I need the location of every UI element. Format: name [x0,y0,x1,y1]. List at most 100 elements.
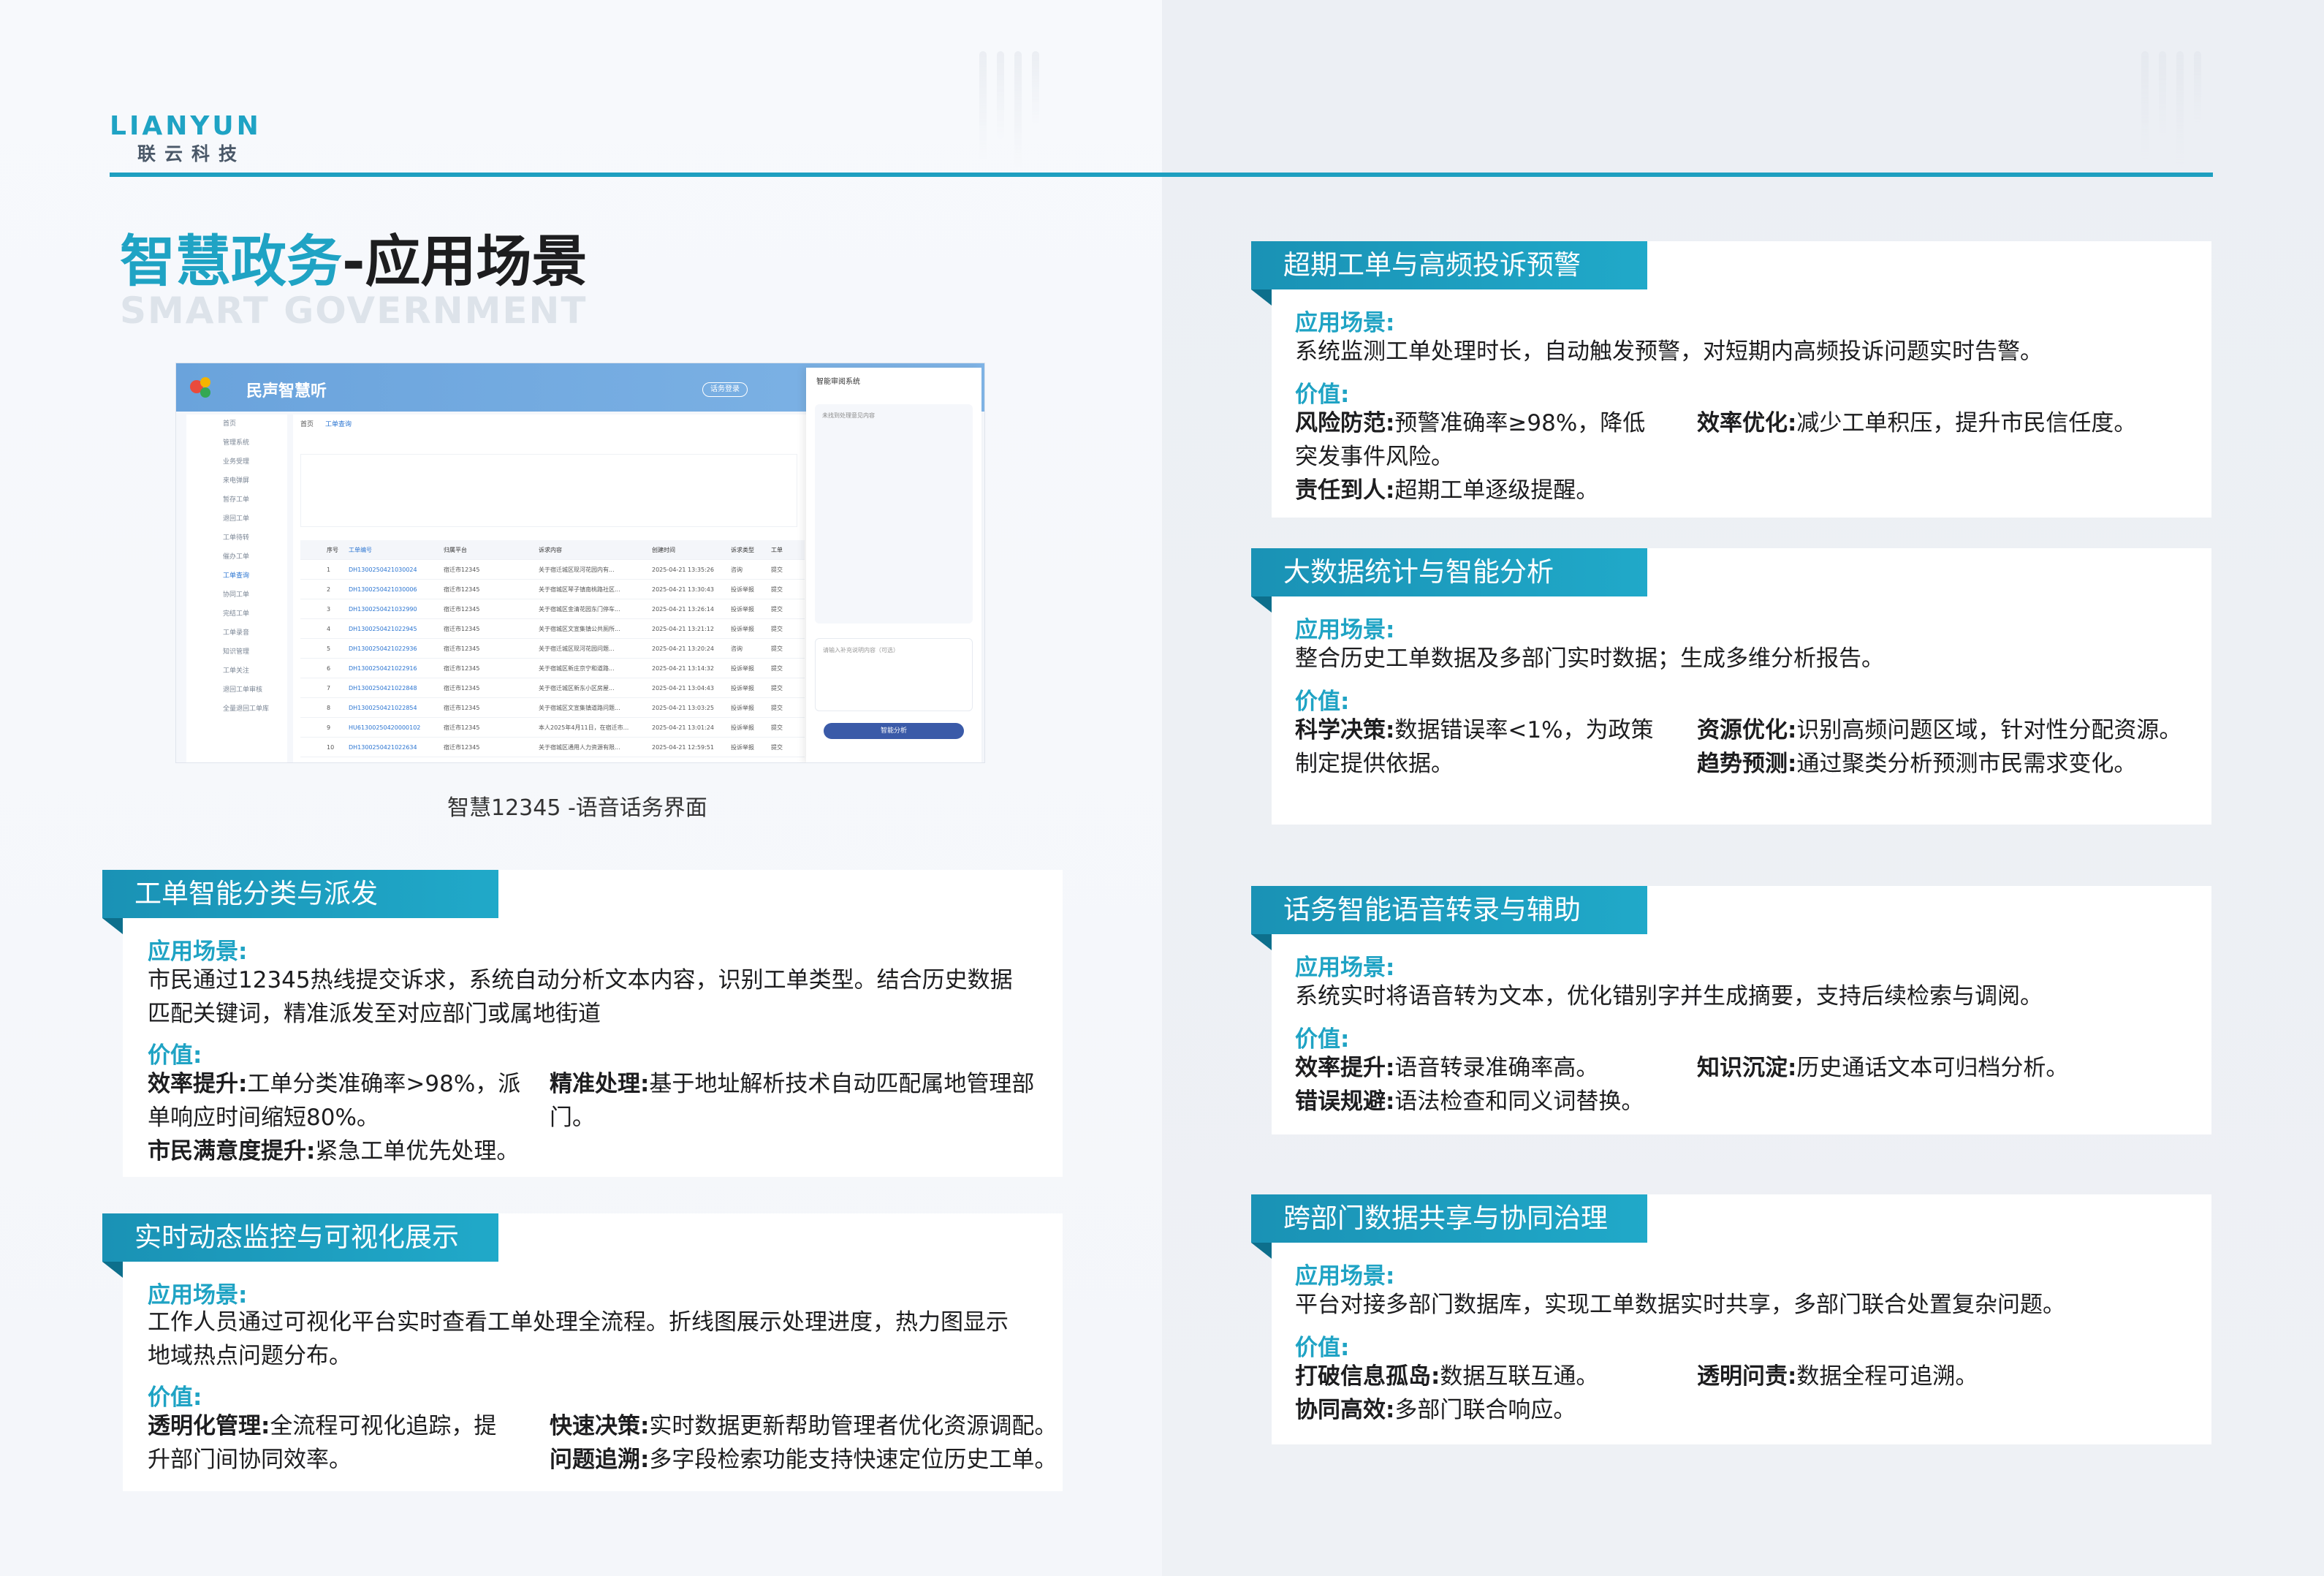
login-button[interactable]: 话务登录 [702,382,748,397]
brand-logo: LIANYUN 联云科技 [110,111,262,166]
table-cell: 关于宿城区新庄京宁和道路... [539,664,615,672]
table-cell: DH1300250421022848 [349,684,417,692]
header-divider [110,173,2213,177]
table-cell: 投诉举报 [731,743,754,751]
table-cell: 2025-04-21 13:26:14 [652,605,714,613]
sidebar-item[interactable]: 工单录音 [186,624,287,643]
sidebar-item[interactable]: 全量退回工单库 [186,700,287,719]
table-cell: 投诉举报 [731,625,754,632]
sidebar-item[interactable]: 退回工单 [186,509,287,529]
value-item: 问题追溯:多字段检索功能支持快速定位历史工单。 [550,1447,1057,1473]
table-cell: 4 [327,625,331,632]
value-item: 资源优化:识别高频问题区域，针对性分配资源。 [1697,717,2182,743]
value-item: 效率优化:减少工单积压，提升市民信任度。 [1697,410,2137,436]
app-sidebar: 首页 管理系统 业务受理 来电弹屏 暂存工单 退回工单 工单待转 催办工单 工单查询 协同工单 完结… [186,414,287,762]
table-row[interactable]: 6 DH1300250421022916 宿迁市12345 关于宿城区新庄京宁和道路.… [300,659,805,678]
page-subtitle: SMART GOVERNMENT [120,289,588,332]
sidebar-item[interactable]: 工单关注 [186,662,287,681]
analyze-button[interactable]: 智能分析 [824,723,964,739]
table-cell: 提交 [771,605,783,613]
table-row[interactable]: 8 DH1300250421022854 宿迁市12345 关于宿城区文宣集镇道路问题… [300,698,805,718]
sidebar-item[interactable]: 工单查询 [186,567,287,586]
table-cell: 投诉举报 [731,605,754,613]
table-cell: 工单编号 [349,546,372,553]
sidebar-item[interactable]: 管理系统 [186,433,287,452]
sidebar-item[interactable]: 完结工单 [186,605,287,624]
value-item: 知识沉淀:历史通话文本可归档分析。 [1697,1055,2069,1081]
table-row[interactable]: 7 DH1300250421022848 宿迁市12345 关于宿迁城区新东小区房屋.… [300,678,805,698]
table-cell: 诉求内容 [539,546,562,553]
sidebar-item[interactable]: 协同工单 [186,586,287,605]
scene-text: 平台对接多部门数据库，实现工单数据实时共享，多部门联合处置复杂问题。 [1295,1292,2065,1318]
value-label: 价值: [1295,382,1350,408]
table-cell: DH1300250421022916 [349,664,417,672]
sidebar-item[interactable]: 业务受理 [186,452,287,471]
table-cell: 创建时间 [652,546,675,553]
table-cell: DH1300250421030006 [349,586,417,593]
scene-label: 应用场景: [1295,955,1395,981]
value-item: 协同高效:多部门联合响应。 [1295,1397,1576,1423]
scene-text: 市民通过12345热线提交诉求，系统自动分析文本内容，识别工单类型。结合历史数据… [148,967,1013,1027]
value-item: 透明问责:数据全程可追溯。 [1697,1363,1978,1390]
table-cell: 关于宿迁城区现河花园内有... [539,566,615,573]
table-cell: 关于宿城区文宣集镇道路问题... [539,704,620,711]
title-rest: -应用场景 [342,229,588,294]
table-cell: DH1300250421030024 [349,566,417,573]
app-logo-icon [190,377,210,398]
table-cell: 提交 [771,586,783,593]
sidebar-item[interactable]: 暂存工单 [186,490,287,509]
panel-content: 未找到处理意见内容 [815,404,973,624]
sidebar-item[interactable]: 工单待转 [186,529,287,548]
value-item: 效率提升:语音转录准确率高。 [1295,1055,1599,1081]
search-form [300,454,797,527]
review-panel: 智能审阅系统 未找到处理意见内容 请输入补充说明内容（可选） 智能分析 [806,368,981,762]
table-cell: 7 [327,684,331,692]
sidebar-item[interactable]: 知识管理 [186,643,287,662]
table-header: 序号 工单编号 归属平台 诉求内容 创建时间 诉求类型 工单 [300,540,805,560]
table-row[interactable]: 4 DH1300250421022945 宿迁市12345 关于宿城区文宣集镇公共厕所… [300,619,805,639]
card-title: 跨部门数据共享与协同治理 [1251,1194,1647,1259]
panel-title: 智能审阅系统 [816,378,860,386]
value-item: 责任到人:超期工单逐级提醒。 [1295,477,1599,504]
table-cell: 本人2025年4月11日，在宿迁市... [539,724,629,731]
table-cell: 关于宿城区通用人力资源有限... [539,743,620,751]
table-cell: 宿迁市12345 [444,586,480,593]
table-row[interactable]: 2 DH1300250421030006 宿迁市12345 关于宿城区琴子镇南桃路社区… [300,580,805,599]
table-cell: DH1300250421032990 [349,605,417,613]
sidebar-item[interactable]: 催办工单 [186,548,287,567]
table-cell: DH1300250421022634 [349,743,417,751]
app-tabs: 首页 工单查询 [300,419,352,428]
table-cell: 宿迁市12345 [444,625,480,632]
table-cell: DH1300250421022936 [349,645,417,652]
table-cell: 提交 [771,645,783,652]
scene-text: 系统实时将语音转为文本，优化错别字并生成摘要，支持后续检索与调阅。 [1295,983,2043,1009]
table-row[interactable]: 3 DH1300250421032990 宿迁市12345 关于宿城区金清花园东门停车… [300,599,805,619]
table-cell: DH1300250421022945 [349,625,417,632]
scene-label: 应用场景: [1295,617,1395,643]
scene-label: 应用场景: [148,939,248,965]
table-cell: 提交 [771,704,783,711]
table-cell: 10 [327,743,335,751]
table-cell: 工单 [771,546,783,553]
table-cell: 咨询 [731,566,743,573]
sidebar-item[interactable]: 首页 [186,414,287,433]
table-cell: 诉求类型 [731,546,754,553]
decorative-bars [979,51,1039,168]
tab-home[interactable]: 首页 [300,419,314,428]
table-cell: 2025-04-21 13:14:32 [652,664,714,672]
page-title: 智慧政务-应用场景 [120,216,588,297]
table-cell: 8 [327,704,331,711]
table-row[interactable]: 1 DH1300250421030024 宿迁市12345 关于宿迁城区现河花园内有.… [300,560,805,580]
tab-query[interactable]: 工单查询 [325,419,352,428]
value-item: 快速决策:实时数据更新帮助管理者优化资源调配。 [550,1413,1057,1439]
table-cell: 投诉举报 [731,664,754,672]
value-item: 打破信息孤岛:数据互联互通。 [1295,1363,1599,1390]
logo-word: LIANYUN [110,111,262,141]
card-title: 工单智能分类与派发 [102,870,498,934]
table-row[interactable]: 5 DH1300250421022936 宿迁市12345 关于宿迁城区现河花园问题.… [300,639,805,659]
sidebar-item[interactable]: 来电弹屏 [186,471,287,490]
panel-input[interactable]: 请输入补充说明内容（可选） [815,638,973,711]
table-row[interactable]: 10 DH1300250421022634 宿迁市12345 关于宿城区通用人力资源有… [300,738,805,757]
table-row[interactable]: 9 HU61300250420000102 宿迁市12345 本人2025年4月11日… [300,718,805,738]
sidebar-item[interactable]: 退回工单审核 [186,681,287,700]
